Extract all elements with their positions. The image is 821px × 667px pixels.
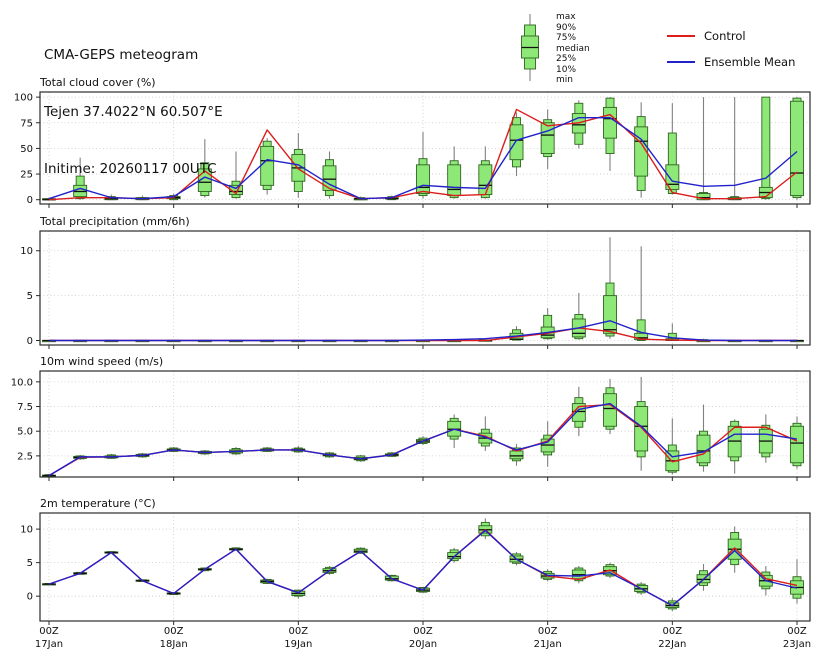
- y-tick-label: 5.0: [17, 427, 33, 438]
- y-tick-label: 7.5: [17, 402, 33, 413]
- x-tick-hour: 00Z: [787, 626, 807, 637]
- legend-label-90: 90%: [556, 22, 577, 33]
- legend-label-25: 25%: [556, 54, 577, 64]
- x-tick-day: 23Jan: [783, 639, 811, 650]
- panel-title-temp: 2m temperature (°C): [40, 497, 156, 510]
- ensemble-line-sample: [667, 61, 695, 63]
- legend-label-10: 10%: [556, 64, 577, 75]
- meteogram-figure: 0 25 50 75 100 0 5 10 2.5 5.0 7.5 10.0 0 5 10 00Z 17Jan 0…: [0, 0, 821, 667]
- x-axis-labels: 00Z 17Jan 00Z 18Jan 00Z 19Jan 00Z 20Jan 00Z 21Jan…: [35, 626, 811, 650]
- control-line-sample: [667, 35, 695, 37]
- location-label: Tejen 37.4022°N 60.507°E: [44, 104, 223, 120]
- y-tick-label: 0: [27, 195, 33, 206]
- page-title: CMA-GEPS meteogram: [44, 47, 199, 63]
- y-tick-label: 25: [20, 170, 33, 181]
- x-tick-hour: 00Z: [663, 626, 683, 637]
- ensemble-mean-line: [49, 320, 797, 342]
- y-tick-label: 75: [20, 118, 33, 129]
- legend-label-median: median: [556, 43, 590, 54]
- legend-label-min: min: [556, 75, 573, 85]
- y-tick-label: 5: [27, 291, 33, 302]
- x-tick-day: 18Jan: [160, 639, 188, 650]
- x-tick-day: 20Jan: [409, 639, 437, 650]
- x-tick-day: 19Jan: [284, 639, 312, 650]
- legend-label-75: 75%: [556, 33, 577, 43]
- panel-title-wind: 10m wind speed (m/s): [40, 355, 164, 368]
- inittime-label: Initime: 20260117 00UTC: [44, 161, 217, 177]
- x-tick-day: 22Jan: [658, 639, 686, 650]
- y-tick-label: 10.0: [11, 377, 33, 388]
- ensemble-legend-label: Ensemble Mean: [704, 55, 796, 69]
- y-tick-label: 100: [14, 93, 33, 104]
- control-legend-label: Control: [704, 29, 746, 43]
- x-tick-hour: 00Z: [39, 626, 59, 637]
- x-tick-hour: 00Z: [164, 626, 184, 637]
- y-tick-label: 0: [27, 592, 33, 603]
- panel-10m-wind-speed: 2.5 5.0 7.5 10.0: [11, 370, 811, 481]
- x-tick-day: 17Jan: [35, 639, 63, 650]
- x-tick-day: 21Jan: [534, 639, 562, 650]
- x-tick-hour: 00Z: [538, 626, 558, 637]
- panel-title-precip: Total precipitation (mm/6h): [40, 215, 190, 228]
- y-tick-label: 10: [20, 525, 33, 536]
- y-tick-label: 50: [20, 144, 33, 155]
- y-tick-label: 5: [27, 558, 33, 569]
- box-legend-glyph: [521, 14, 539, 81]
- y-tick-label: 2.5: [17, 451, 33, 462]
- y-tick-label: 10: [20, 246, 33, 257]
- header-block: CMA-GEPS meteogram Tejen 37.4022°N 60.50…: [44, 8, 223, 217]
- x-tick-hour: 00Z: [413, 626, 433, 637]
- panel-title-cloud: Total cloud cover (%): [40, 76, 156, 89]
- legend-label-max: max: [556, 12, 576, 22]
- x-tick-hour: 00Z: [289, 626, 309, 637]
- box-legend-labels: max 90% 75% median 25% 10% min: [556, 12, 590, 86]
- y-tick-label: 0: [27, 336, 33, 347]
- panel-2m-temperature: 0 5 10: [20, 512, 811, 625]
- panel-total-precipitation: 0 5 10: [20, 230, 811, 349]
